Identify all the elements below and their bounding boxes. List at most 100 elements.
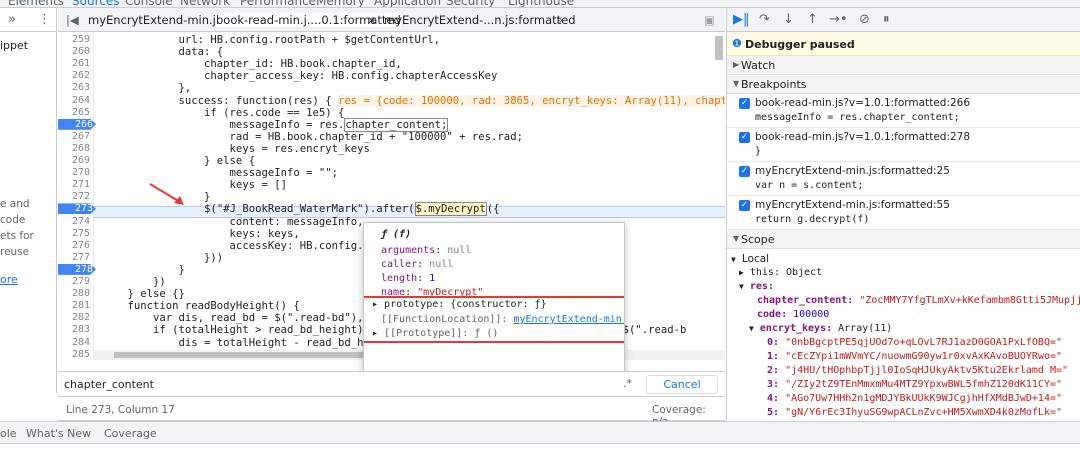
breakpoint-line-number[interactable]: 278 [58,263,96,275]
breakpoint-checkbox[interactable]: ✓ [739,132,750,143]
scope-tree: ▼ Local ▶ this: Object ▼ res: chapter_co… [727,249,1080,419]
breakpoints-section-header[interactable]: ▼ Breakpoints [727,75,1080,94]
pause-on-exceptions-icon[interactable]: ⏸ [883,12,890,27]
line-number[interactable]: 276 [60,240,90,251]
inline-value-preview[interactable]: res = {code: 100000, rad: 3865, encryt_k… [338,94,725,107]
step-over-icon[interactable]: ↷ [759,12,770,27]
tab-sources[interactable]: Sources [72,0,119,7]
vertical-scrollbar[interactable] [715,36,723,60]
line-number[interactable]: 263 [60,82,90,93]
watch-section-header[interactable]: ▶ Watch [727,56,1080,75]
line-number[interactable]: 259 [60,34,90,45]
property-value: null [429,259,454,270]
line-number[interactable]: 285 [60,349,90,360]
tab-network[interactable]: Network [180,0,230,7]
line-number[interactable]: 265 [60,107,90,118]
cancel-button[interactable]: Cancel [646,375,718,394]
tab-security[interactable]: Security [446,0,495,7]
line-number[interactable]: 262 [60,70,90,81]
search-input[interactable]: chapter_content [64,378,154,391]
encryt-key-row[interactable]: 4: "AGo7Uw7HHh2n1gMDJYBkUUkK9WJCgjhHfXMd… [767,393,1062,404]
help-line: reuse [0,246,30,258]
code-line: chapter_access_key: HB.config.chapterAcc… [102,70,498,83]
encryt-key-row[interactable]: 3: "/ZIy2tZ9TEnMmxmMu4MTZ9YpxwBWL5fmhZ12… [767,379,1062,390]
section-label: Scope [741,233,775,246]
close-tab-icon[interactable]: × [367,13,377,27]
scope-section-header[interactable]: ▼ Scope [727,230,1080,249]
breakpoint-item[interactable]: ✓ myEncrytExtend-min.js:formatted:25 var… [727,162,1080,196]
breakpoint-item[interactable]: ✓ myEncrytExtend-min.js:formatted:55 ret… [727,196,1080,230]
line-number[interactable]: 284 [60,337,90,348]
toggle-navigator-icon[interactable]: |◀ [66,13,79,27]
tab-coverage[interactable]: Coverage [104,427,157,440]
line-number[interactable]: 272 [60,191,90,202]
resume-icon[interactable]: ▶‖ [733,12,750,27]
editor-tab-myencrytextend-formatted[interactable]: myEncrytExtend-...n.js:formatted [384,13,576,27]
line-number[interactable]: 282 [60,312,90,323]
line-number-gutter[interactable]: 259 260 261 262 263 264 265 266 267 268 269 270 271 2… [58,32,96,360]
tab-whats-new[interactable]: What's New [26,427,91,440]
tab-console[interactable]: Console [125,0,173,7]
key-index: 3: [767,379,786,390]
res-row[interactable]: ▼ res: [739,281,774,292]
more-tabs-icon[interactable]: » [8,12,16,27]
learn-more-link[interactable]: ore [0,273,18,286]
breakpoint-file: book-read-min.js?v=1.0.1:formatted:278 [755,131,971,143]
tab-lighthouse[interactable]: Lighthouse [508,0,574,7]
regex-toggle-icon[interactable]: .* [623,377,632,390]
code-line: }) [102,276,166,288]
breakpoint-item[interactable]: ✓ book-read-min.js?v=1.0.1:formatted:278… [727,128,1080,162]
line-number[interactable]: 275 [60,228,90,239]
breakpoint-line-number[interactable]: 266 [58,118,96,130]
this-row[interactable]: ▶ this: Object [739,267,822,278]
line-number[interactable]: 268 [60,143,90,154]
line-number[interactable]: 270 [60,167,90,178]
toggle-debugger-icon[interactable]: ▣ [704,13,715,27]
chapter-content-row[interactable]: chapter_content: "ZocMMY7YfgTLmXv+kKefam… [757,295,1080,306]
line-number[interactable]: 264 [60,95,90,106]
code-line: keys: keys, [102,227,300,240]
line-number[interactable]: 279 [60,276,90,287]
tab-elements[interactable]: Elements [8,0,64,7]
breakpoint-file: myEncrytExtend-min.js:formatted:55 [755,199,950,211]
line-number[interactable]: 274 [60,216,90,227]
line-number[interactable]: 267 [60,131,90,142]
hovered-token[interactable]: $.myDecrypt [414,202,487,217]
line-number[interactable]: 277 [60,252,90,263]
breakpoint-checkbox[interactable]: ✓ [739,200,750,211]
editor-tab-myencrytextend[interactable]: myEncrytExtend-min.js [88,13,222,27]
tab-memory[interactable]: Memory [316,0,365,7]
code-line: function readBodyHeight() { [102,300,300,313]
deactivate-breakpoints-icon[interactable]: ⊘ [859,12,870,27]
line-number[interactable]: 260 [60,46,90,57]
code-row[interactable]: code: 100000 [757,309,829,320]
breakpoint-line-number[interactable]: 273 [58,203,96,215]
step-out-icon[interactable]: ↑ [807,12,818,27]
line-number[interactable]: 271 [60,179,90,190]
line-number[interactable]: 283 [60,324,90,335]
tab-performance[interactable]: Performance [240,0,316,7]
line-number[interactable]: 280 [60,288,90,299]
step-into-icon[interactable]: ↓ [783,12,794,27]
breakpoint-item[interactable]: ✓ book-read-min.js?v=1.0.1:formatted:266… [727,94,1080,128]
encryt-key-row[interactable]: 2: "j4HU/tHOphbpTjjl0IoSqHJUkyAktv5Ktu2E… [767,365,1068,376]
code-line: if (totalHeight > read_bd_height) { [102,324,377,337]
local-scope-row[interactable]: ▼ Local [731,253,769,265]
property-value: Array(11) [838,323,893,334]
tab-application[interactable]: Application [374,0,441,7]
more-tabs-icon[interactable]: » [556,13,563,27]
encryt-key-row[interactable]: 5: "gN/Y6rEc3IhyuSG9wpACLnZvc+HM5XwmXD4k… [767,407,1062,418]
encryt-key-row[interactable]: 0: "0nbBgcptPE5qjUOd7o+qLOvL7RJ1azD0GOA1… [767,337,1062,348]
breakpoint-checkbox[interactable]: ✓ [739,98,750,109]
key-value: "gN/Y6rEc3IhyuSG9wpACLnZvc+HM5XwmXD4k0zM… [785,407,1063,418]
tab-console-drawer[interactable]: ole [0,427,17,440]
line-number[interactable]: 261 [60,58,90,69]
step-icon[interactable]: →• [829,12,848,27]
encryt-key-row[interactable]: 1: "cEcZYpi1mWVmYC/nuowmG90yw1r0xvAxKAvo… [767,351,1062,362]
more-options-icon[interactable]: ⋮ [38,12,51,27]
encryt-keys-row[interactable]: ▼ encryt_keys: Array(11) [749,323,892,334]
snippet-label[interactable]: ippet [0,39,28,52]
line-number[interactable]: 269 [60,155,90,166]
line-number[interactable]: 281 [60,300,90,311]
breakpoint-checkbox[interactable]: ✓ [739,166,750,177]
